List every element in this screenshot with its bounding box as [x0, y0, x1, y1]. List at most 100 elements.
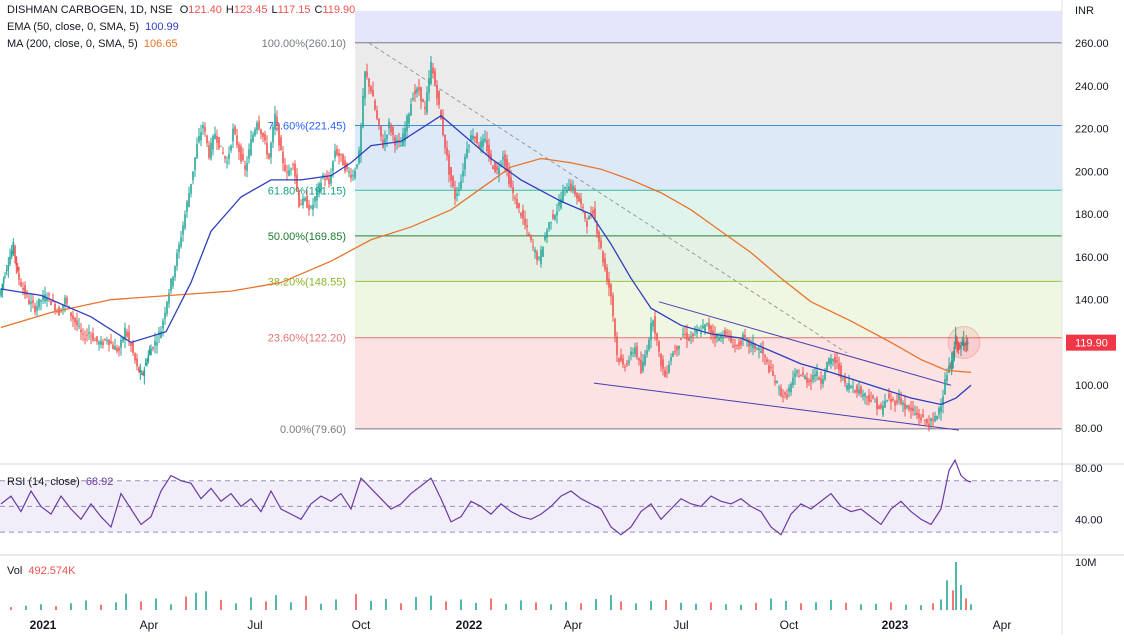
candle-body: [436, 85, 438, 99]
candle-body: [484, 138, 486, 142]
candle-body: [584, 211, 586, 219]
candle-body: [186, 201, 188, 212]
candle-body: [896, 400, 898, 403]
candle-body: [216, 135, 218, 143]
candle-body: [342, 154, 344, 166]
candle-body: [456, 193, 458, 196]
candle-body: [934, 416, 936, 421]
volume-bar: [385, 598, 387, 610]
volume-bar: [952, 590, 954, 610]
volume-legend: Vol 492.574K: [7, 564, 75, 579]
candle-body: [656, 333, 658, 341]
candle-body: [442, 117, 444, 136]
candle-body: [688, 337, 690, 341]
candle-body: [274, 113, 276, 130]
candle-body: [296, 174, 298, 190]
candle-body: [706, 322, 708, 324]
candle-body: [938, 407, 940, 415]
candle-body: [670, 357, 672, 362]
candle-body: [238, 144, 240, 153]
candle-body: [886, 399, 888, 401]
candle-body: [232, 128, 234, 142]
candle-body: [334, 150, 336, 158]
candle-body: [438, 90, 440, 105]
volume-bar: [505, 603, 507, 610]
candle-body: [230, 145, 232, 151]
candle-body: [338, 152, 340, 157]
candle-body: [556, 211, 558, 216]
candle-body: [394, 136, 396, 146]
candle-body: [214, 133, 216, 139]
candle-body: [406, 116, 408, 132]
candle-body: [308, 204, 310, 211]
candle-body: [526, 225, 528, 228]
candle-body: [368, 78, 370, 87]
candle-body: [426, 92, 428, 113]
volume-bar: [960, 585, 962, 610]
candle-body: [488, 144, 490, 158]
candle-body: [746, 338, 748, 340]
candle-body: [336, 148, 338, 155]
candle-body: [50, 301, 52, 306]
candle-body: [608, 278, 610, 288]
time-tick: Jul: [247, 618, 262, 632]
candle-body: [928, 423, 930, 428]
candle-body: [546, 230, 548, 238]
candle-body: [552, 214, 554, 219]
candle-body: [740, 340, 742, 346]
candle-body: [822, 379, 824, 384]
candle-body: [318, 183, 320, 192]
candle-body: [208, 145, 210, 158]
candle-body: [440, 110, 442, 120]
candle-body: [690, 336, 692, 338]
price-tick: 200.00: [1075, 166, 1109, 178]
candle-body: [664, 370, 666, 378]
candle-body: [470, 135, 472, 141]
candle-body: [844, 376, 846, 384]
candle-body: [918, 413, 920, 418]
candle-body: [392, 126, 394, 135]
candle-body: [756, 348, 758, 350]
candle-body: [388, 121, 390, 129]
candle-body: [702, 325, 704, 329]
candle-body: [290, 168, 292, 170]
candle-body: [614, 318, 616, 337]
candle-body: [302, 198, 304, 206]
candle-body: [250, 138, 252, 156]
volume-bar: [970, 604, 972, 610]
candle-body: [562, 190, 564, 203]
candle-body: [558, 202, 560, 206]
candle-body: [60, 311, 62, 313]
candle-body: [350, 174, 352, 179]
candle-body: [418, 87, 420, 91]
candle-body: [22, 287, 24, 290]
candle-body: [18, 273, 20, 280]
candle-body: [568, 186, 570, 192]
candle-body: [686, 332, 688, 340]
symbol-legend: DISHMAN CARBOGEN, 1D, NSE O121.40 H123.45…: [7, 3, 355, 18]
candle-body: [454, 188, 456, 200]
time-tick: 2021: [30, 618, 57, 632]
candle-body: [710, 325, 712, 334]
candle-body: [810, 379, 812, 382]
candle-body: [316, 189, 318, 201]
candle-body: [520, 213, 522, 217]
candle-body: [110, 341, 112, 344]
candle-body: [772, 371, 774, 376]
volume-bar: [620, 601, 622, 610]
candle-body: [808, 380, 810, 383]
volume-bar: [680, 602, 682, 610]
rsi-tick: 40.00: [1075, 514, 1103, 526]
volume-bar: [580, 603, 582, 610]
candle-body: [362, 95, 364, 128]
candle-body: [244, 165, 246, 170]
candle-body: [828, 358, 830, 364]
candle-body: [922, 414, 924, 417]
candle-body: [580, 198, 582, 204]
candle-body: [630, 351, 632, 356]
candle-body: [408, 113, 410, 124]
candle-body: [288, 170, 290, 176]
volume-bar: [100, 604, 102, 610]
candle-body: [662, 359, 664, 369]
candle-body: [668, 364, 670, 373]
